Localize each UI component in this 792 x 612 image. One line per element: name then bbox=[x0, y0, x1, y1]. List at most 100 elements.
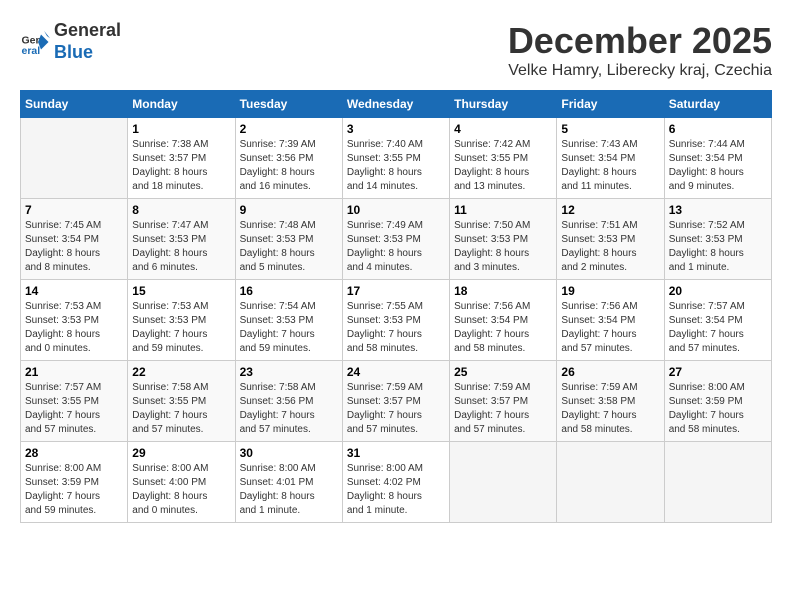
day-number: 3 bbox=[347, 122, 445, 136]
day-info: Sunrise: 7:39 AM Sunset: 3:56 PM Dayligh… bbox=[240, 138, 338, 194]
page-header: Gen eral General Blue December 2025 Velk… bbox=[20, 20, 772, 80]
day-info: Sunrise: 7:56 AM Sunset: 3:54 PM Dayligh… bbox=[454, 300, 552, 356]
day-number: 23 bbox=[240, 365, 338, 379]
calendar-cell: 30Sunrise: 8:00 AM Sunset: 4:01 PM Dayli… bbox=[235, 442, 342, 523]
calendar-week-row: 14 Sunrise: 7:53 AM Sunset: 3:53 PM Dayli… bbox=[21, 280, 772, 361]
calendar-cell: 16 Sunrise: 7:54 AM Sunset: 3:53 PM Dayli… bbox=[235, 280, 342, 361]
day-number: 10 bbox=[347, 203, 445, 217]
day-number: 11 bbox=[454, 203, 552, 217]
day-of-week-header: Wednesday bbox=[342, 91, 449, 118]
calendar-cell: 20 Sunrise: 7:57 AM Sunset: 3:54 PM Dayli… bbox=[664, 280, 771, 361]
calendar-cell: 25 Sunrise: 7:59 AM Sunset: 3:57 PM Dayli… bbox=[450, 361, 557, 442]
day-info: Sunrise: 7:44 AM Sunset: 3:54 PM Dayligh… bbox=[669, 138, 767, 194]
calendar-week-row: 21 Sunrise: 7:57 AM Sunset: 3:55 PM Dayli… bbox=[21, 361, 772, 442]
day-info: Sunrise: 7:59 AM Sunset: 3:58 PM Dayligh… bbox=[561, 381, 659, 437]
day-number: 2 bbox=[240, 122, 338, 136]
calendar-cell: 28Sunrise: 8:00 AM Sunset: 3:59 PM Dayli… bbox=[21, 442, 128, 523]
day-number: 9 bbox=[240, 203, 338, 217]
calendar-week-row: 1 Sunrise: 7:38 AM Sunset: 3:57 PM Daylig… bbox=[21, 118, 772, 199]
day-number: 17 bbox=[347, 284, 445, 298]
day-info: Sunrise: 7:53 AM Sunset: 3:53 PM Dayligh… bbox=[132, 300, 230, 356]
calendar-cell: 27 Sunrise: 8:00 AM Sunset: 3:59 PM Dayli… bbox=[664, 361, 771, 442]
logo-blue-text: Blue bbox=[54, 42, 93, 62]
calendar-week-row: 28Sunrise: 8:00 AM Sunset: 3:59 PM Dayli… bbox=[21, 442, 772, 523]
calendar-cell: 6 Sunrise: 7:44 AM Sunset: 3:54 PM Daylig… bbox=[664, 118, 771, 199]
day-number: 31 bbox=[347, 446, 445, 460]
calendar-cell: 29 Sunrise: 8:00 AM Sunset: 4:00 PM Dayli… bbox=[128, 442, 235, 523]
calendar-cell bbox=[21, 118, 128, 199]
calendar-cell: 3Sunrise: 7:40 AM Sunset: 3:55 PM Daylig… bbox=[342, 118, 449, 199]
location-title: Velke Hamry, Liberecky kraj, Czechia bbox=[508, 62, 772, 80]
calendar-cell: 18Sunrise: 7:56 AM Sunset: 3:54 PM Dayli… bbox=[450, 280, 557, 361]
day-number: 24 bbox=[347, 365, 445, 379]
day-info: Sunrise: 7:53 AM Sunset: 3:53 PM Dayligh… bbox=[25, 300, 123, 356]
day-info: Sunrise: 7:58 AM Sunset: 3:55 PM Dayligh… bbox=[132, 381, 230, 437]
calendar-cell: 2 Sunrise: 7:39 AM Sunset: 3:56 PM Daylig… bbox=[235, 118, 342, 199]
day-info: Sunrise: 7:54 AM Sunset: 3:53 PM Dayligh… bbox=[240, 300, 338, 356]
day-number: 6 bbox=[669, 122, 767, 136]
day-of-week-header: Tuesday bbox=[235, 91, 342, 118]
calendar-cell: 26 Sunrise: 7:59 AM Sunset: 3:58 PM Dayli… bbox=[557, 361, 664, 442]
day-info: Sunrise: 7:48 AM Sunset: 3:53 PM Dayligh… bbox=[240, 219, 338, 275]
calendar-cell: 4 Sunrise: 7:42 AM Sunset: 3:55 PM Daylig… bbox=[450, 118, 557, 199]
calendar-cell: 7Sunrise: 7:45 AM Sunset: 3:54 PM Daylig… bbox=[21, 199, 128, 280]
calendar-cell bbox=[450, 442, 557, 523]
calendar-cell: 13Sunrise: 7:52 AM Sunset: 3:53 PM Dayli… bbox=[664, 199, 771, 280]
day-of-week-header: Monday bbox=[128, 91, 235, 118]
calendar-cell: 11Sunrise: 7:50 AM Sunset: 3:53 PM Dayli… bbox=[450, 199, 557, 280]
day-of-week-header: Sunday bbox=[21, 91, 128, 118]
day-number: 12 bbox=[561, 203, 659, 217]
day-of-week-header: Saturday bbox=[664, 91, 771, 118]
calendar-cell: 31 Sunrise: 8:00 AM Sunset: 4:02 PM Dayli… bbox=[342, 442, 449, 523]
day-number: 22 bbox=[132, 365, 230, 379]
day-of-week-header: Friday bbox=[557, 91, 664, 118]
day-info: Sunrise: 7:57 AM Sunset: 3:54 PM Dayligh… bbox=[669, 300, 767, 356]
day-number: 1 bbox=[132, 122, 230, 136]
day-info: Sunrise: 7:51 AM Sunset: 3:53 PM Dayligh… bbox=[561, 219, 659, 275]
day-number: 21 bbox=[25, 365, 123, 379]
day-number: 4 bbox=[454, 122, 552, 136]
calendar-cell: 15 Sunrise: 7:53 AM Sunset: 3:53 PM Dayli… bbox=[128, 280, 235, 361]
day-info: Sunrise: 7:56 AM Sunset: 3:54 PM Dayligh… bbox=[561, 300, 659, 356]
calendar-cell: 12 Sunrise: 7:51 AM Sunset: 3:53 PM Dayli… bbox=[557, 199, 664, 280]
calendar-cell: 8 Sunrise: 7:47 AM Sunset: 3:53 PM Daylig… bbox=[128, 199, 235, 280]
day-number: 5 bbox=[561, 122, 659, 136]
day-number: 25 bbox=[454, 365, 552, 379]
day-info: Sunrise: 7:55 AM Sunset: 3:53 PM Dayligh… bbox=[347, 300, 445, 356]
day-info: Sunrise: 7:59 AM Sunset: 3:57 PM Dayligh… bbox=[347, 381, 445, 437]
day-number: 15 bbox=[132, 284, 230, 298]
day-info: Sunrise: 7:57 AM Sunset: 3:55 PM Dayligh… bbox=[25, 381, 123, 437]
calendar-cell: 14 Sunrise: 7:53 AM Sunset: 3:53 PM Dayli… bbox=[21, 280, 128, 361]
day-info: Sunrise: 7:42 AM Sunset: 3:55 PM Dayligh… bbox=[454, 138, 552, 194]
day-number: 29 bbox=[132, 446, 230, 460]
calendar-cell: 22 Sunrise: 7:58 AM Sunset: 3:55 PM Dayli… bbox=[128, 361, 235, 442]
calendar-cell bbox=[664, 442, 771, 523]
day-number: 7 bbox=[25, 203, 123, 217]
calendar-cell: 17 Sunrise: 7:55 AM Sunset: 3:53 PM Dayli… bbox=[342, 280, 449, 361]
day-info: Sunrise: 8:00 AM Sunset: 4:02 PM Dayligh… bbox=[347, 462, 445, 518]
day-info: Sunrise: 7:59 AM Sunset: 3:57 PM Dayligh… bbox=[454, 381, 552, 437]
calendar-header-row: SundayMondayTuesdayWednesdayThursdayFrid… bbox=[21, 91, 772, 118]
day-info: Sunrise: 7:47 AM Sunset: 3:53 PM Dayligh… bbox=[132, 219, 230, 275]
day-info: Sunrise: 8:00 AM Sunset: 4:01 PM Dayligh… bbox=[240, 462, 338, 518]
day-info: Sunrise: 7:49 AM Sunset: 3:53 PM Dayligh… bbox=[347, 219, 445, 275]
calendar-week-row: 7Sunrise: 7:45 AM Sunset: 3:54 PM Daylig… bbox=[21, 199, 772, 280]
calendar-table: SundayMondayTuesdayWednesdayThursdayFrid… bbox=[20, 90, 772, 523]
calendar-cell: 24 Sunrise: 7:59 AM Sunset: 3:57 PM Dayli… bbox=[342, 361, 449, 442]
day-number: 14 bbox=[25, 284, 123, 298]
title-area: December 2025 Velke Hamry, Liberecky kra… bbox=[508, 20, 772, 80]
day-info: Sunrise: 7:38 AM Sunset: 3:57 PM Dayligh… bbox=[132, 138, 230, 194]
day-info: Sunrise: 7:43 AM Sunset: 3:54 PM Dayligh… bbox=[561, 138, 659, 194]
day-number: 26 bbox=[561, 365, 659, 379]
day-info: Sunrise: 8:00 AM Sunset: 3:59 PM Dayligh… bbox=[669, 381, 767, 437]
day-number: 8 bbox=[132, 203, 230, 217]
day-info: Sunrise: 8:00 AM Sunset: 4:00 PM Dayligh… bbox=[132, 462, 230, 518]
day-number: 20 bbox=[669, 284, 767, 298]
logo: Gen eral General Blue bbox=[20, 20, 121, 63]
calendar-cell bbox=[557, 442, 664, 523]
calendar-cell: 5 Sunrise: 7:43 AM Sunset: 3:54 PM Daylig… bbox=[557, 118, 664, 199]
logo-icon: Gen eral bbox=[20, 27, 50, 57]
day-number: 16 bbox=[240, 284, 338, 298]
calendar-cell: 23Sunrise: 7:58 AM Sunset: 3:56 PM Dayli… bbox=[235, 361, 342, 442]
day-number: 27 bbox=[669, 365, 767, 379]
